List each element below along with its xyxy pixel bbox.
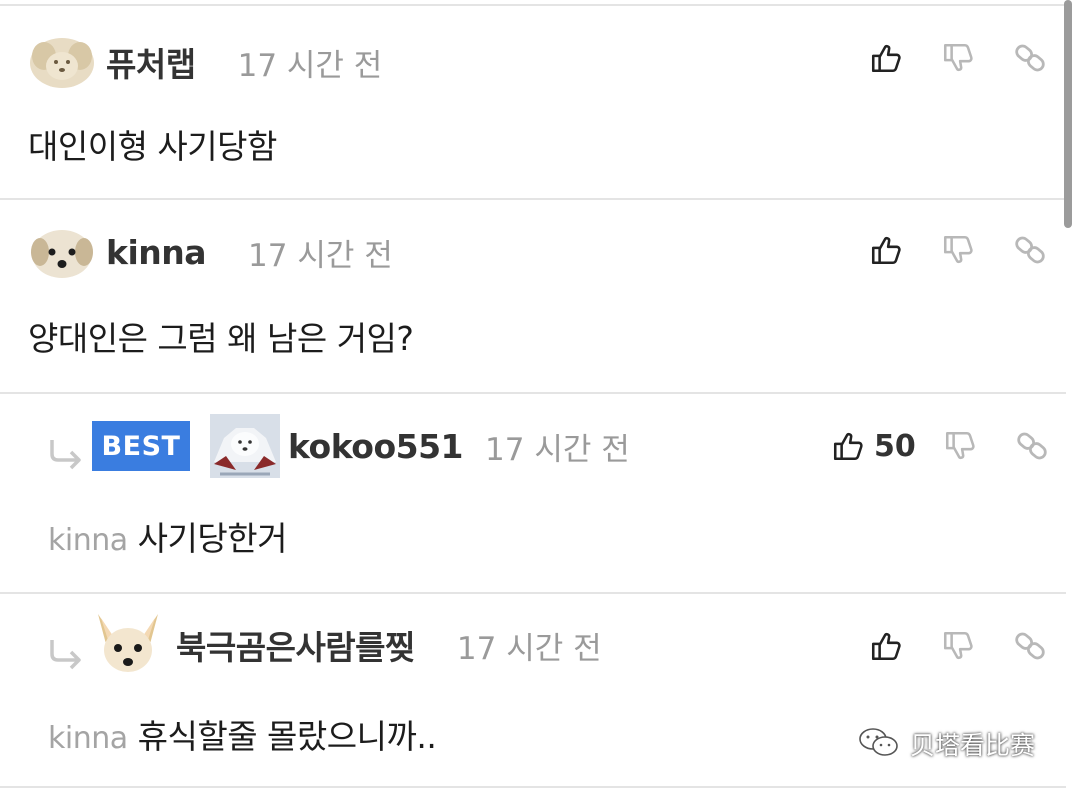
comment-time: 17 시간 전 [237,47,383,84]
watermark: 贝塔看比赛 [858,726,1035,762]
best-badge: BEST [92,421,190,471]
watermark-text: 贝塔看比赛 [910,731,1036,760]
reply-time: 17 시간 전 [485,431,630,468]
link-icon[interactable] [1010,36,1050,80]
reply-text: 휴식할줄 몰랐으니까.. [137,717,437,756]
comment-nickname[interactable]: 퓨처랩 [106,38,196,86]
comment-nickname[interactable]: kinna [106,233,207,272]
comment-time: 17 시간 전 [248,237,393,274]
link-icon[interactable] [1010,228,1050,272]
puppy-face-icon[interactable] [28,32,96,92]
thumbs-down-icon[interactable] [938,36,978,80]
thumbs-down-icon[interactable] [938,624,978,668]
thumbs-up-icon[interactable] [828,424,868,468]
thumbs-up-icon[interactable] [866,36,906,80]
thumbs-up-icon[interactable] [866,624,906,668]
reply-text: 사기당한거 [137,519,288,558]
comment-text: 양대인은 그럼 왜 남은 거임? [28,319,414,358]
link-icon[interactable] [1012,424,1052,468]
reply-text-row: kinna 사기당한거 [48,512,287,560]
thumbs-down-icon[interactable] [940,424,980,468]
mention-user[interactable]: kinna [48,721,128,756]
bottom-divider [0,786,1066,788]
reply-nickname[interactable]: 북극곰은사람를찢 [176,621,415,669]
chihuahua-face-icon[interactable] [94,612,162,678]
reply-item: BEST kokoo551 17 시간 전 50 kinna 사기당한거 [0,394,1080,592]
reply-time: 17 시간 전 [456,630,602,667]
like-count: 50 [874,428,916,464]
link-icon[interactable] [1010,624,1050,668]
comment-text: 대인이형 사기당함 [28,127,277,166]
reply-arrow-icon [46,638,86,674]
thumbs-down-icon[interactable] [938,228,978,272]
white-bear-icon[interactable] [210,414,280,478]
thumbs-up-icon[interactable] [866,228,906,272]
comment-item: kinna 17 시간 전 양대인은 그럼 왜 남은 거임? [0,200,1080,392]
mention-user[interactable]: kinna [48,523,128,558]
reply-arrow-icon [46,438,86,474]
puppy-face-icon[interactable] [28,222,96,282]
comment-item: 퓨처랩 17 시간 전 대인이형 사기당함 [0,6,1080,199]
wechat-icon [858,726,900,762]
scrollbar[interactable] [1064,0,1072,228]
reply-text-row: kinna 휴식할줄 몰랐으니까.. [48,710,437,758]
reply-nickname[interactable]: kokoo551 [288,427,464,466]
